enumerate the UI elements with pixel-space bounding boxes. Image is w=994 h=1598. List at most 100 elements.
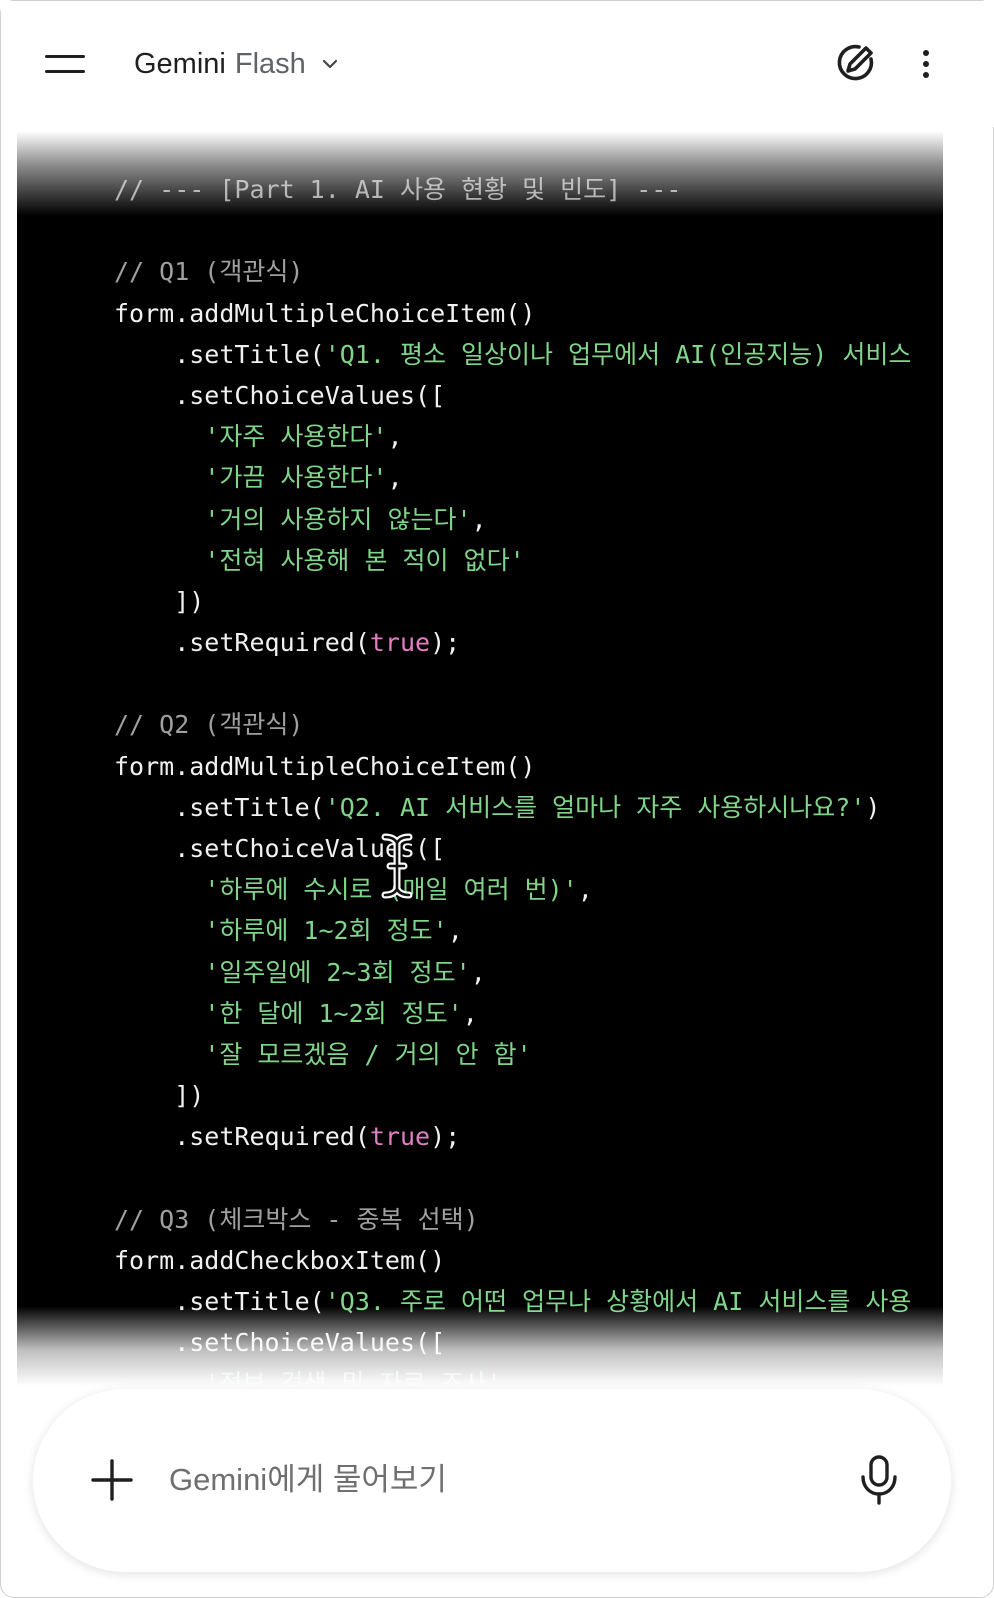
code-token-string: '거의 사용하지 않는다'	[204, 504, 472, 534]
code-token-string: 'Q1. 평소 일상이나 업무에서 AI(인공지능) 서비스	[324, 339, 912, 369]
code-token-string: '전혀 사용해 본 적이 없다'	[204, 545, 525, 575]
code-token-plain: .setChoiceValues([	[114, 380, 446, 410]
code-token-string: '정보 검색 및 자료 조사'	[204, 1369, 502, 1386]
code-token-plain: ,	[387, 463, 403, 493]
code-token-plain: .setRequired(	[114, 1122, 370, 1152]
code-line: // Q2 (객관식)	[114, 704, 911, 745]
code-line: .setRequired(true);	[114, 1116, 911, 1157]
code-token-keyword: true	[369, 628, 431, 658]
voice-input-button[interactable]	[853, 1451, 905, 1509]
prompt-input[interactable]	[169, 1451, 809, 1509]
code-block: // --- [Part 1. AI 사용 현황 및 빈도] --- // Q1…	[17, 131, 943, 1386]
code-token-plain: )	[865, 792, 881, 822]
add-attachment-button[interactable]	[85, 1453, 139, 1507]
code-token-string: '하루에 1~2회 정도'	[204, 916, 448, 946]
code-token-string: '잘 모르겠음 / 거의 안 함'	[204, 1039, 532, 1069]
code-token-plain: ,	[462, 998, 478, 1028]
edit-pen-icon	[837, 44, 874, 81]
code-token-plain: .setChoiceValues([	[114, 1328, 446, 1358]
code-token-string: '하루에 수시로 (매일 여러 번)'	[204, 875, 578, 905]
code-line: .setTitle('Q2. AI 서비스를 얼마나 자주 사용하시나요?')	[114, 787, 911, 828]
menu-button[interactable]	[37, 39, 93, 89]
code-line: .setTitle('Q1. 평소 일상이나 업무에서 AI(인공지능) 서비스	[114, 334, 911, 375]
more-options-button[interactable]	[913, 39, 941, 89]
code-line: '잘 모르겠음 / 거의 안 함'	[114, 1034, 911, 1075]
prompt-composer	[33, 1389, 951, 1572]
code-token-plain: );	[430, 1122, 461, 1152]
code-token-plain: .setRequired(	[114, 628, 370, 658]
plus-icon	[91, 1459, 133, 1501]
model-tier: Flash	[234, 47, 306, 80]
code-line: ])	[114, 581, 911, 622]
code-line: ])	[114, 1075, 911, 1116]
code-line: // Q3 (체크박스 - 중복 선택)	[114, 1199, 911, 1240]
model-name: Gemini	[134, 47, 226, 80]
code-token-string: '가끔 사용한다'	[204, 463, 388, 493]
new-chat-button[interactable]	[829, 37, 881, 89]
code-token-plain: ,	[577, 875, 593, 905]
code-line: form.addMultipleChoiceItem()	[114, 293, 911, 334]
code-line: '한 달에 1~2회 정도',	[114, 993, 911, 1034]
code-token-comment: // --- [Part 1. AI 사용 현황 및 빈도] ---	[114, 175, 682, 204]
code-token-string: '한 달에 1~2회 정도'	[204, 998, 463, 1028]
more-vert-dot	[923, 72, 929, 78]
code-token-plain: form.addMultipleChoiceItem()	[114, 298, 536, 328]
code-token-string: 'Q3. 주로 어떤 업무나 상황에서 AI 서비스를 사용	[324, 1287, 912, 1317]
code-line: .setChoiceValues([	[114, 1322, 911, 1363]
microphone-icon	[861, 1455, 897, 1505]
code-token-string: 'Q2. AI 서비스를 얼마나 자주 사용하시나요?'	[324, 792, 866, 822]
model-selector[interactable]: Gemini Flash	[134, 41, 340, 87]
code-line: .setRequired(true);	[114, 622, 911, 663]
code-token-plain: .setTitle(	[114, 1287, 325, 1317]
code-line: .setChoiceValues([	[114, 828, 911, 869]
code-line: '하루에 1~2회 정도',	[114, 910, 911, 951]
code-line: form.addCheckboxItem()	[114, 1240, 911, 1281]
code-token-plain: ,	[470, 957, 486, 987]
code-line: '정보 검색 및 자료 조사'	[114, 1363, 911, 1386]
code-line: // Q1 (객관식)	[114, 251, 911, 292]
code-line: // --- [Part 1. AI 사용 현황 및 빈도] ---	[114, 169, 911, 210]
code-token-plain: .setChoiceValues([	[114, 834, 446, 863]
code-token-string: '자주 사용한다'	[204, 422, 388, 452]
code-token-plain: ])	[114, 586, 205, 616]
code-token-keyword: true	[369, 1122, 431, 1152]
code-content[interactable]: // --- [Part 1. AI 사용 현황 및 빈도] --- // Q1…	[114, 169, 911, 1386]
code-token-comment: // Q1 (객관식)	[114, 257, 304, 287]
code-token-plain: form.addMultipleChoiceItem()	[114, 751, 536, 781]
code-token-string: '일주일에 2~3회 정도'	[204, 957, 471, 987]
code-token-plain: ])	[114, 1081, 205, 1111]
code-line: '하루에 수시로 (매일 여러 번)',	[114, 869, 911, 910]
code-line: '가끔 사용한다',	[114, 457, 911, 498]
code-line: '전혀 사용해 본 적이 없다'	[114, 540, 911, 581]
code-line: .setChoiceValues([	[114, 375, 911, 416]
menu-icon	[45, 55, 85, 58]
code-line: '일주일에 2~3회 정도',	[114, 952, 911, 993]
menu-icon-line	[45, 70, 85, 73]
more-vert-dot	[923, 61, 929, 67]
code-token-plain: form.addCheckboxItem()	[114, 1245, 446, 1275]
code-line: '자주 사용한다',	[114, 416, 911, 457]
code-token-plain: .setTitle(	[114, 339, 325, 369]
chevron-down-icon	[322, 59, 337, 69]
code-token-comment: // Q2 (객관식)	[114, 710, 304, 740]
code-token-comment: // Q3 (체크박스 - 중복 선택)	[114, 1204, 479, 1234]
code-token-plain: ,	[447, 916, 463, 946]
code-token-plain: .setTitle(	[114, 792, 325, 822]
top-app-bar: Gemini Flash	[1, 1, 994, 127]
code-token-plain: ,	[471, 504, 487, 534]
code-line: '거의 사용하지 않는다',	[114, 499, 911, 540]
more-vert-icon	[923, 50, 929, 56]
code-token-plain: );	[430, 628, 461, 658]
code-line: form.addMultipleChoiceItem()	[114, 746, 911, 787]
